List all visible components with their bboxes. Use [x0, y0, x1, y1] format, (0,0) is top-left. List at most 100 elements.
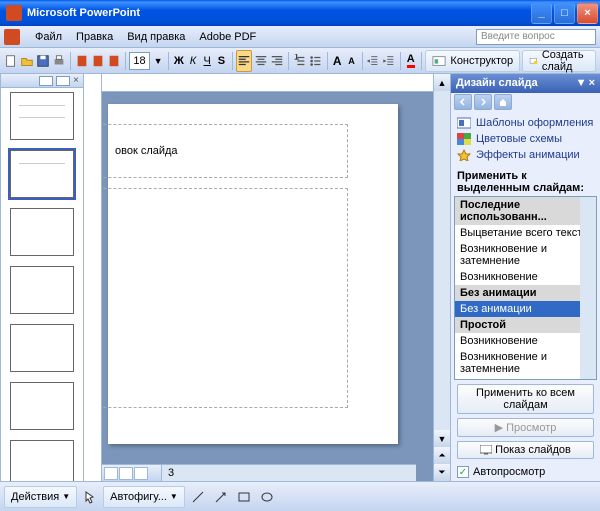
menu-file[interactable]: Файл: [28, 29, 69, 45]
minimize-button[interactable]: _: [531, 3, 552, 24]
slideshow-view-button[interactable]: [134, 467, 148, 480]
scroll-up-icon[interactable]: ▲: [434, 74, 450, 91]
preview-button[interactable]: ▶ Просмотр: [457, 418, 594, 437]
thumbnail-tabs: ×: [1, 74, 83, 88]
bullets-button[interactable]: [309, 50, 323, 72]
autopreview-check[interactable]: ✓ Автопросмотр: [451, 463, 600, 481]
checkbox-icon: ✓: [457, 466, 469, 478]
slideshow-button[interactable]: Показ слайдов: [457, 441, 594, 459]
nav-fwd-button[interactable]: [474, 94, 492, 110]
autoshapes-menu[interactable]: Автофигу... ▼: [103, 486, 185, 508]
slides-tab[interactable]: [56, 76, 70, 86]
save-icon[interactable]: [36, 50, 50, 72]
close-button[interactable]: ×: [577, 3, 598, 24]
task-pane: Дизайн слайда ▼ × Шаблоны оформления Цве…: [450, 74, 600, 481]
close-panel-icon[interactable]: ×: [73, 75, 79, 86]
link-colors[interactable]: Цветовые схемы: [457, 131, 594, 147]
font-size-dropdown-icon[interactable]: ▼: [152, 50, 164, 72]
oval-tool-icon[interactable]: [257, 487, 277, 507]
slide-thumb-4[interactable]: [10, 266, 74, 314]
slide-thumbnails: ×: [0, 74, 84, 481]
numbering-button[interactable]: 1: [293, 50, 307, 72]
slide-title-placeholder[interactable]: овок слайда: [102, 124, 348, 178]
list-scrollbar[interactable]: [580, 197, 596, 379]
slide-thumb-2[interactable]: [10, 150, 74, 198]
slide-canvas[interactable]: овок слайда: [108, 104, 398, 444]
outdent-button[interactable]: [366, 50, 380, 72]
link-anim[interactable]: Эффекты анимации: [457, 147, 594, 163]
select-tool-icon[interactable]: [80, 487, 100, 507]
font-color-button[interactable]: A: [405, 50, 417, 72]
item-appear-dim[interactable]: Возникновение и затемнение: [455, 241, 596, 269]
rectangle-tool-icon[interactable]: [234, 487, 254, 507]
item-fade-all2[interactable]: Выцветание всего текста: [455, 377, 596, 380]
font-size-input[interactable]: 18: [129, 52, 150, 70]
nav-home-button[interactable]: [494, 94, 512, 110]
new-slide-button[interactable]: Создать слайд: [522, 50, 596, 72]
align-right-button[interactable]: [270, 50, 284, 72]
drawing-toolbar: Действия ▼ Автофигу... ▼: [0, 481, 600, 511]
item-fade-all[interactable]: Выцветание всего текста: [455, 225, 596, 241]
actions-menu[interactable]: Действия ▼: [4, 486, 77, 508]
link-templates[interactable]: Шаблоны оформления: [457, 115, 594, 131]
align-center-button[interactable]: [254, 50, 268, 72]
taskpane-close-icon[interactable]: ×: [589, 77, 595, 89]
taskpane-menu-icon[interactable]: ▼: [576, 77, 587, 89]
slide-thumb-6[interactable]: [10, 382, 74, 430]
arrow-tool-icon[interactable]: [211, 487, 231, 507]
slide-thumb-5[interactable]: [10, 324, 74, 372]
canvas-wrap: овок слайда 3: [102, 74, 433, 481]
menu-edit[interactable]: Правка: [69, 29, 120, 45]
taskpane-buttons: Применить ко всем слайдам ▶ Просмотр Пок…: [451, 380, 600, 463]
new-icon[interactable]: [4, 50, 18, 72]
line-tool-icon[interactable]: [188, 487, 208, 507]
slide-body-placeholder[interactable]: [102, 188, 348, 408]
apply-all-button[interactable]: Применить ко всем слайдам: [457, 384, 594, 414]
sorter-view-button[interactable]: [119, 467, 133, 480]
underline-button[interactable]: Ч: [201, 50, 213, 72]
vertical-scrollbar[interactable]: ▲ ▼ ⏶ ⏷: [433, 74, 450, 481]
maximize-button[interactable]: □: [554, 3, 575, 24]
designer-label: Конструктор: [450, 55, 513, 67]
item-appear[interactable]: Возникновение: [455, 269, 596, 285]
outline-tab[interactable]: [39, 76, 53, 86]
slide-canvas-area: овок слайда 3 ▲ ▼ ⏶ ⏷: [84, 74, 450, 481]
help-search-input[interactable]: Введите вопрос: [476, 29, 596, 45]
new-slide-label: Создать слайд: [542, 49, 589, 73]
print-icon[interactable]: [52, 50, 66, 72]
open-icon[interactable]: [20, 50, 34, 72]
slide-thumb-1[interactable]: [10, 92, 74, 140]
pdf-icon[interactable]: [75, 50, 89, 72]
shadow-button[interactable]: S: [215, 50, 227, 72]
taskpane-links: Шаблоны оформления Цветовые схемы Эффект…: [451, 112, 600, 166]
align-left-button[interactable]: [236, 50, 252, 72]
taskpane-title-bar: Дизайн слайда ▼ ×: [451, 74, 600, 93]
slide-thumb-3[interactable]: [10, 208, 74, 256]
scroll-down-icon[interactable]: ▼: [434, 430, 450, 447]
menu-view[interactable]: Вид правка: [120, 29, 192, 45]
prev-slide-icon[interactable]: ⏶: [434, 447, 450, 464]
next-slide-icon[interactable]: ⏷: [434, 464, 450, 481]
pdf-review-icon[interactable]: [107, 50, 121, 72]
doc-icon: [4, 29, 20, 45]
menu-adobe[interactable]: Adobe PDF: [192, 29, 263, 45]
taskpane-title: Дизайн слайда: [456, 77, 538, 89]
slide-thumb-7[interactable]: [10, 440, 74, 481]
cat-none: Без анимации: [455, 285, 596, 301]
item-no-anim[interactable]: Без анимации: [455, 301, 596, 317]
taskpane-nav: [451, 93, 600, 112]
toolbar: 18 ▼ Ж К Ч S 1 A A A Конструктор Создать…: [0, 48, 600, 74]
normal-view-button[interactable]: [104, 467, 118, 480]
item-appear2[interactable]: Возникновение: [455, 333, 596, 349]
item-appear-dim2[interactable]: Возникновение и затемнение: [455, 349, 596, 377]
nav-back-button[interactable]: [454, 94, 472, 110]
bold-button[interactable]: Ж: [173, 50, 185, 72]
pdf-attach-icon[interactable]: [91, 50, 105, 72]
menu-bar: Файл Правка Вид правка Adobe PDF Введите…: [0, 26, 600, 48]
cat-simple: Простой: [455, 317, 596, 333]
decrease-font-button[interactable]: A: [345, 50, 357, 72]
italic-button[interactable]: К: [187, 50, 199, 72]
indent-button[interactable]: [382, 50, 396, 72]
designer-button[interactable]: Конструктор: [425, 50, 520, 72]
increase-font-button[interactable]: A: [331, 50, 343, 72]
